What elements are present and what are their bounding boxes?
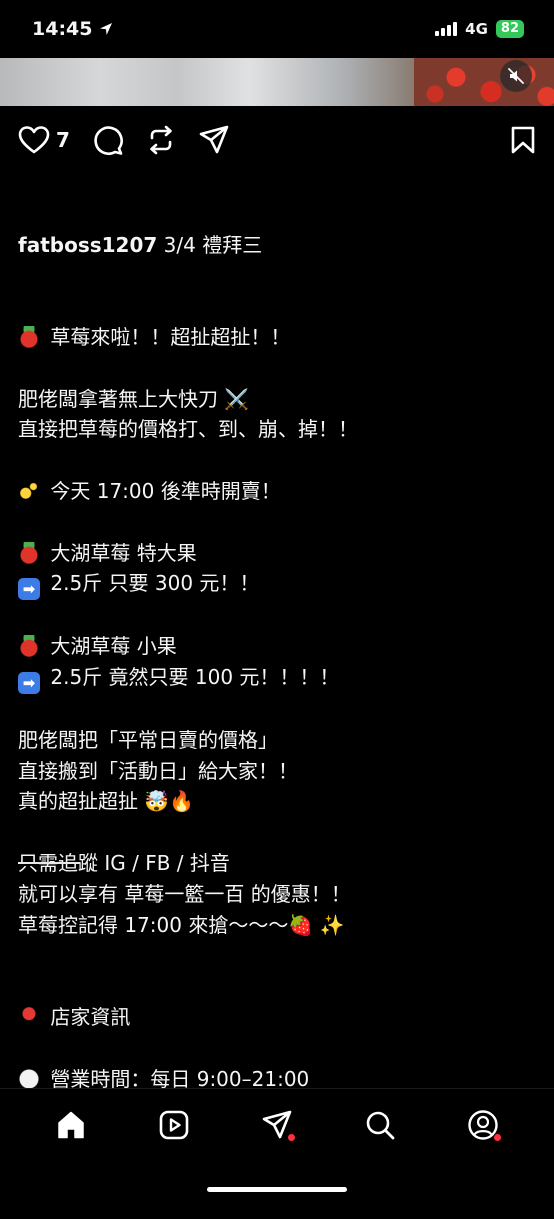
caption-line: 肥佬闆拿著無上大快刀 ⚔️ — [18, 384, 548, 415]
heart-icon[interactable] — [18, 125, 50, 155]
caption-divider — [18, 862, 80, 864]
arrow-right-icon: ➡ — [18, 578, 40, 601]
caption-line-text: 2.5斤 竟然只要 100 元！！！！ — [50, 664, 340, 689]
post-action-bar: 7 — [0, 118, 554, 162]
comment-icon[interactable] — [92, 124, 124, 156]
sparkles-icon — [18, 479, 40, 502]
caption-line-text — [18, 510, 24, 534]
caption-line — [18, 445, 548, 476]
status-right: 4G 82 — [435, 20, 524, 38]
caption-line: 大湖草莓 小果 — [18, 631, 548, 662]
status-time: 14:45 — [32, 18, 114, 40]
caption-line-text: 大湖草莓 特大果 — [50, 540, 197, 565]
signal-icon — [435, 22, 458, 36]
caption-line-text: 直接把草莓的價格打、到、崩、掉！！ — [18, 417, 358, 442]
clock-icon — [18, 1067, 40, 1090]
caption-line-text: 真的超扯超扯 🤯🔥 — [18, 789, 195, 814]
caption-line: 真的超扯超扯 🤯🔥 — [18, 786, 548, 817]
notification-dot — [493, 1134, 501, 1141]
repost-icon[interactable] — [146, 124, 176, 156]
caption-line-text — [18, 356, 24, 380]
strawberry-photo — [414, 58, 554, 106]
post-media[interactable] — [0, 58, 554, 106]
caption-line-text: 店家資訊 — [50, 1004, 131, 1029]
caption-line-text — [18, 1036, 24, 1060]
caption-line-text — [18, 697, 24, 721]
caption-line-text: 2.5斤 只要 300 元！！ — [50, 571, 260, 596]
caption-line-text: 大湖草莓 小果 — [50, 634, 177, 659]
caption-line-text — [18, 943, 24, 967]
like-count[interactable]: 7 — [56, 128, 70, 152]
strawberry-icon — [18, 325, 40, 348]
caption-line: 草莓來啦！！超扯超扯！！ — [18, 322, 548, 353]
pin-icon — [18, 1005, 40, 1028]
caption-line — [18, 817, 548, 848]
caption-line: ➡ 2.5斤 竟然只要 100 元！！！！ — [18, 662, 548, 694]
caption-line-text — [18, 820, 24, 844]
caption-line: 只需追蹤 IG / FB / 抖音 — [18, 848, 548, 879]
status-bar: 14:45 4G 82 — [0, 0, 554, 58]
caption-body: 草莓來啦！！超扯超扯！！ 肥佬闆拿著無上大快刀 ⚔️ 直接把草莓的價格打、到、崩、… — [18, 322, 548, 1188]
caption-line — [18, 1033, 548, 1064]
username[interactable]: fatboss1207 — [18, 233, 157, 257]
caption-line: 大湖草莓 特大果 — [18, 538, 548, 569]
caption-line: 直接把草莓的價格打、到、崩、掉！！ — [18, 414, 548, 445]
notification-dot — [287, 1134, 295, 1141]
caption-header: fatboss1207 3/4 禮拜三 — [18, 230, 548, 261]
caption-line — [18, 353, 548, 384]
nav-profile[interactable] — [463, 1105, 503, 1145]
caption-line — [18, 971, 548, 1002]
caption-line: 今天 17:00 後準時開賣！ — [18, 476, 548, 507]
battery-level: 82 — [500, 21, 519, 36]
caption-line-text: 草莓控記得 17:00 來搶～～～🍓 ✨ — [18, 912, 345, 937]
status-time-text: 14:45 — [32, 18, 93, 40]
send-icon[interactable] — [198, 124, 230, 156]
caption-line: 草莓控記得 17:00 來搶～～～🍓 ✨ — [18, 910, 548, 941]
caption-line-text: 營業時間：每日 9:00–21:00 — [50, 1066, 310, 1091]
speaker-muted-icon[interactable] — [500, 60, 532, 92]
caption-line — [18, 507, 548, 538]
nav-reels[interactable] — [154, 1105, 194, 1145]
caption-line-text: 草莓來啦！！超扯超扯！！ — [50, 324, 291, 349]
caption-line: 直接搬到「活動日」給大家！！ — [18, 756, 548, 787]
home-icon — [58, 1111, 85, 1139]
caption-line — [18, 940, 548, 971]
caption-line — [18, 694, 548, 725]
caption-line-text: 就可以享有 草莓一籃一百 的優惠！！ — [18, 881, 351, 906]
caption-line-text — [18, 974, 24, 998]
nav-home[interactable] — [51, 1105, 91, 1145]
nav-messages[interactable] — [257, 1105, 297, 1145]
nav-search[interactable] — [360, 1105, 400, 1145]
strawberry-icon — [18, 541, 40, 564]
battery-icon: 82 — [495, 20, 524, 38]
reels-icon — [159, 1110, 189, 1140]
caption-line: 店家資訊 — [18, 1002, 548, 1033]
network-type: 4G — [465, 20, 488, 38]
bottom-nav — [0, 1088, 554, 1200]
strawberry-icon — [18, 635, 40, 658]
arrow-right-icon: ➡ — [18, 671, 40, 694]
caption-line-text: 直接搬到「活動日」給大家！！ — [18, 758, 298, 783]
location-arrow-icon — [100, 23, 113, 35]
caption-line-text: 肥佬闆拿著無上大快刀 ⚔️ — [18, 386, 250, 411]
post-caption: fatboss1207 3/4 禮拜三 草莓來啦！！超扯超扯！！ 肥佬闆拿著無上… — [18, 168, 548, 1219]
bookmark-icon[interactable] — [510, 125, 536, 155]
caption-line — [18, 600, 548, 631]
caption-line: ➡ 2.5斤 只要 300 元！！ — [18, 568, 548, 601]
caption-line-text — [18, 603, 24, 627]
caption-line-text — [18, 448, 24, 472]
search-icon — [366, 1111, 395, 1140]
caption-line: 就可以享有 草莓一籃一百 的優惠！！ — [18, 879, 548, 910]
caption-line: 肥佬闆把「平常日賣的價格」 — [18, 725, 548, 756]
caption-line-text: 今天 17:00 後準時開賣！ — [50, 478, 281, 503]
caption-line-text: 肥佬闆把「平常日賣的價格」 — [18, 727, 278, 752]
home-indicator — [207, 1187, 347, 1192]
post-date: 3/4 禮拜三 — [163, 232, 263, 257]
